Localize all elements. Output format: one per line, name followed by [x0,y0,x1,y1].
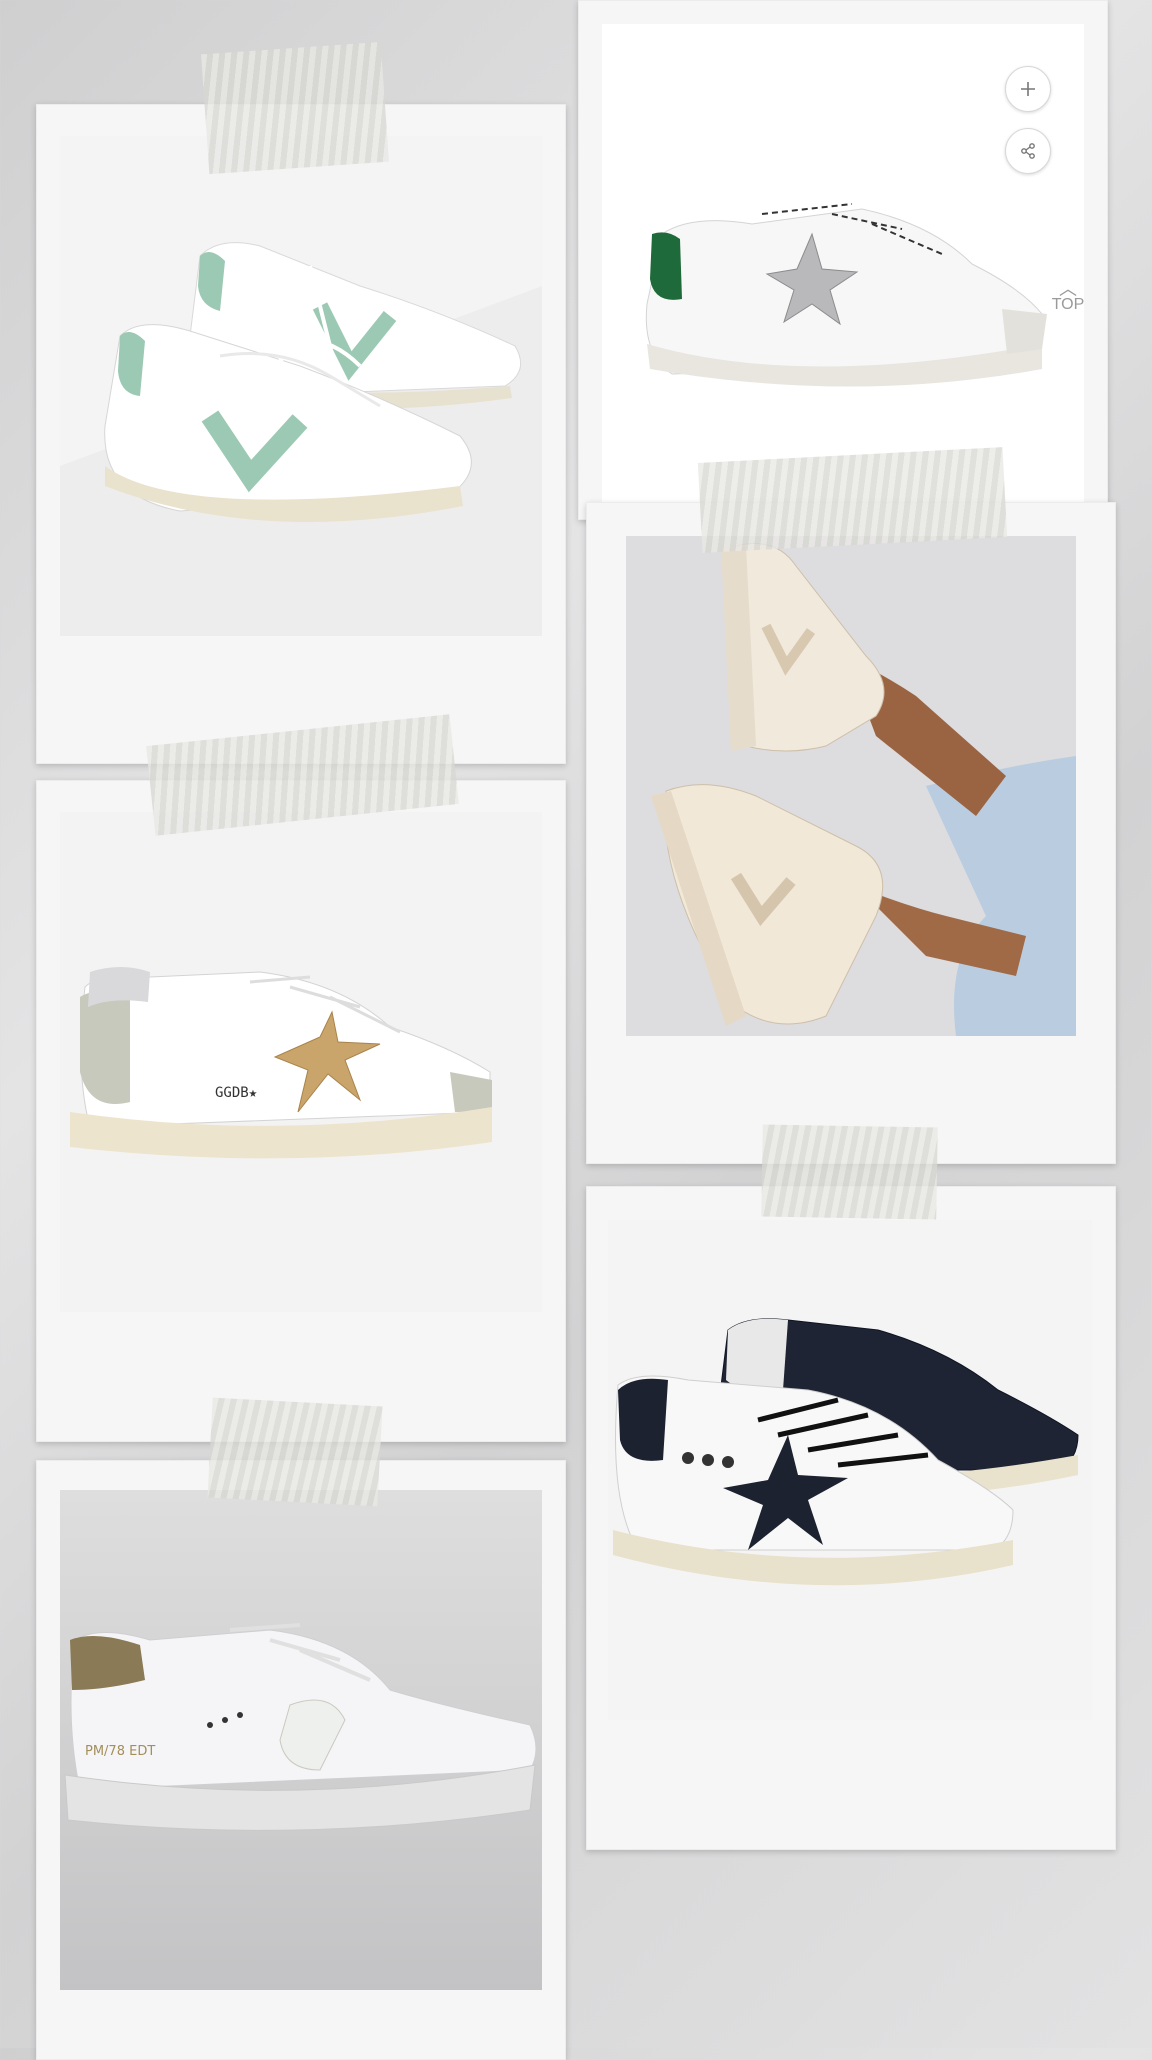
add-button[interactable] [1005,66,1051,112]
product-image-6[interactable]: PM/78 EDT [60,1490,542,1990]
green-heel [650,232,682,300]
gold-croc-heel [70,1636,145,1690]
scroll-to-top-button[interactable]: ︿ TOP [1050,279,1086,314]
chevron-up-icon: ︿ [1059,279,1077,299]
tape-strip-5 [761,1124,938,1220]
sneaker-illustration-1 [60,136,542,636]
side-text-6: PM/78 EDT [85,1744,155,1759]
product-image-1[interactable] [60,136,542,636]
sneaker-illustration-4: GGDB★ [60,812,542,1312]
plus-icon [1021,82,1035,96]
polaroid-card-1 [36,104,566,764]
sneaker-illustration-5 [608,1220,1092,1720]
share-icon [1021,143,1035,159]
polaroid-card-5 [586,1186,1116,1850]
polaroid-card-4: GGDB★ [36,780,566,1442]
side-text-4: GGDB★ [215,1085,258,1101]
share-button[interactable] [1005,128,1051,174]
tape-strip-1 [201,41,389,175]
product-image-3[interactable] [626,536,1076,1036]
sneaker-illustration-6: PM/78 EDT [60,1490,542,1990]
black-heel [618,1378,668,1461]
model-illustration-3 [626,536,1076,1036]
tape-strip-3 [697,447,1008,553]
polaroid-card-6: PM/78 EDT [36,1460,566,2060]
scroll-top-label: TOP [1051,296,1085,313]
tape-strip-6 [207,1397,383,1507]
polaroid-card-3 [586,502,1116,1164]
product-image-4[interactable]: GGDB★ [60,812,542,1312]
product-image-5[interactable] [608,1220,1092,1720]
